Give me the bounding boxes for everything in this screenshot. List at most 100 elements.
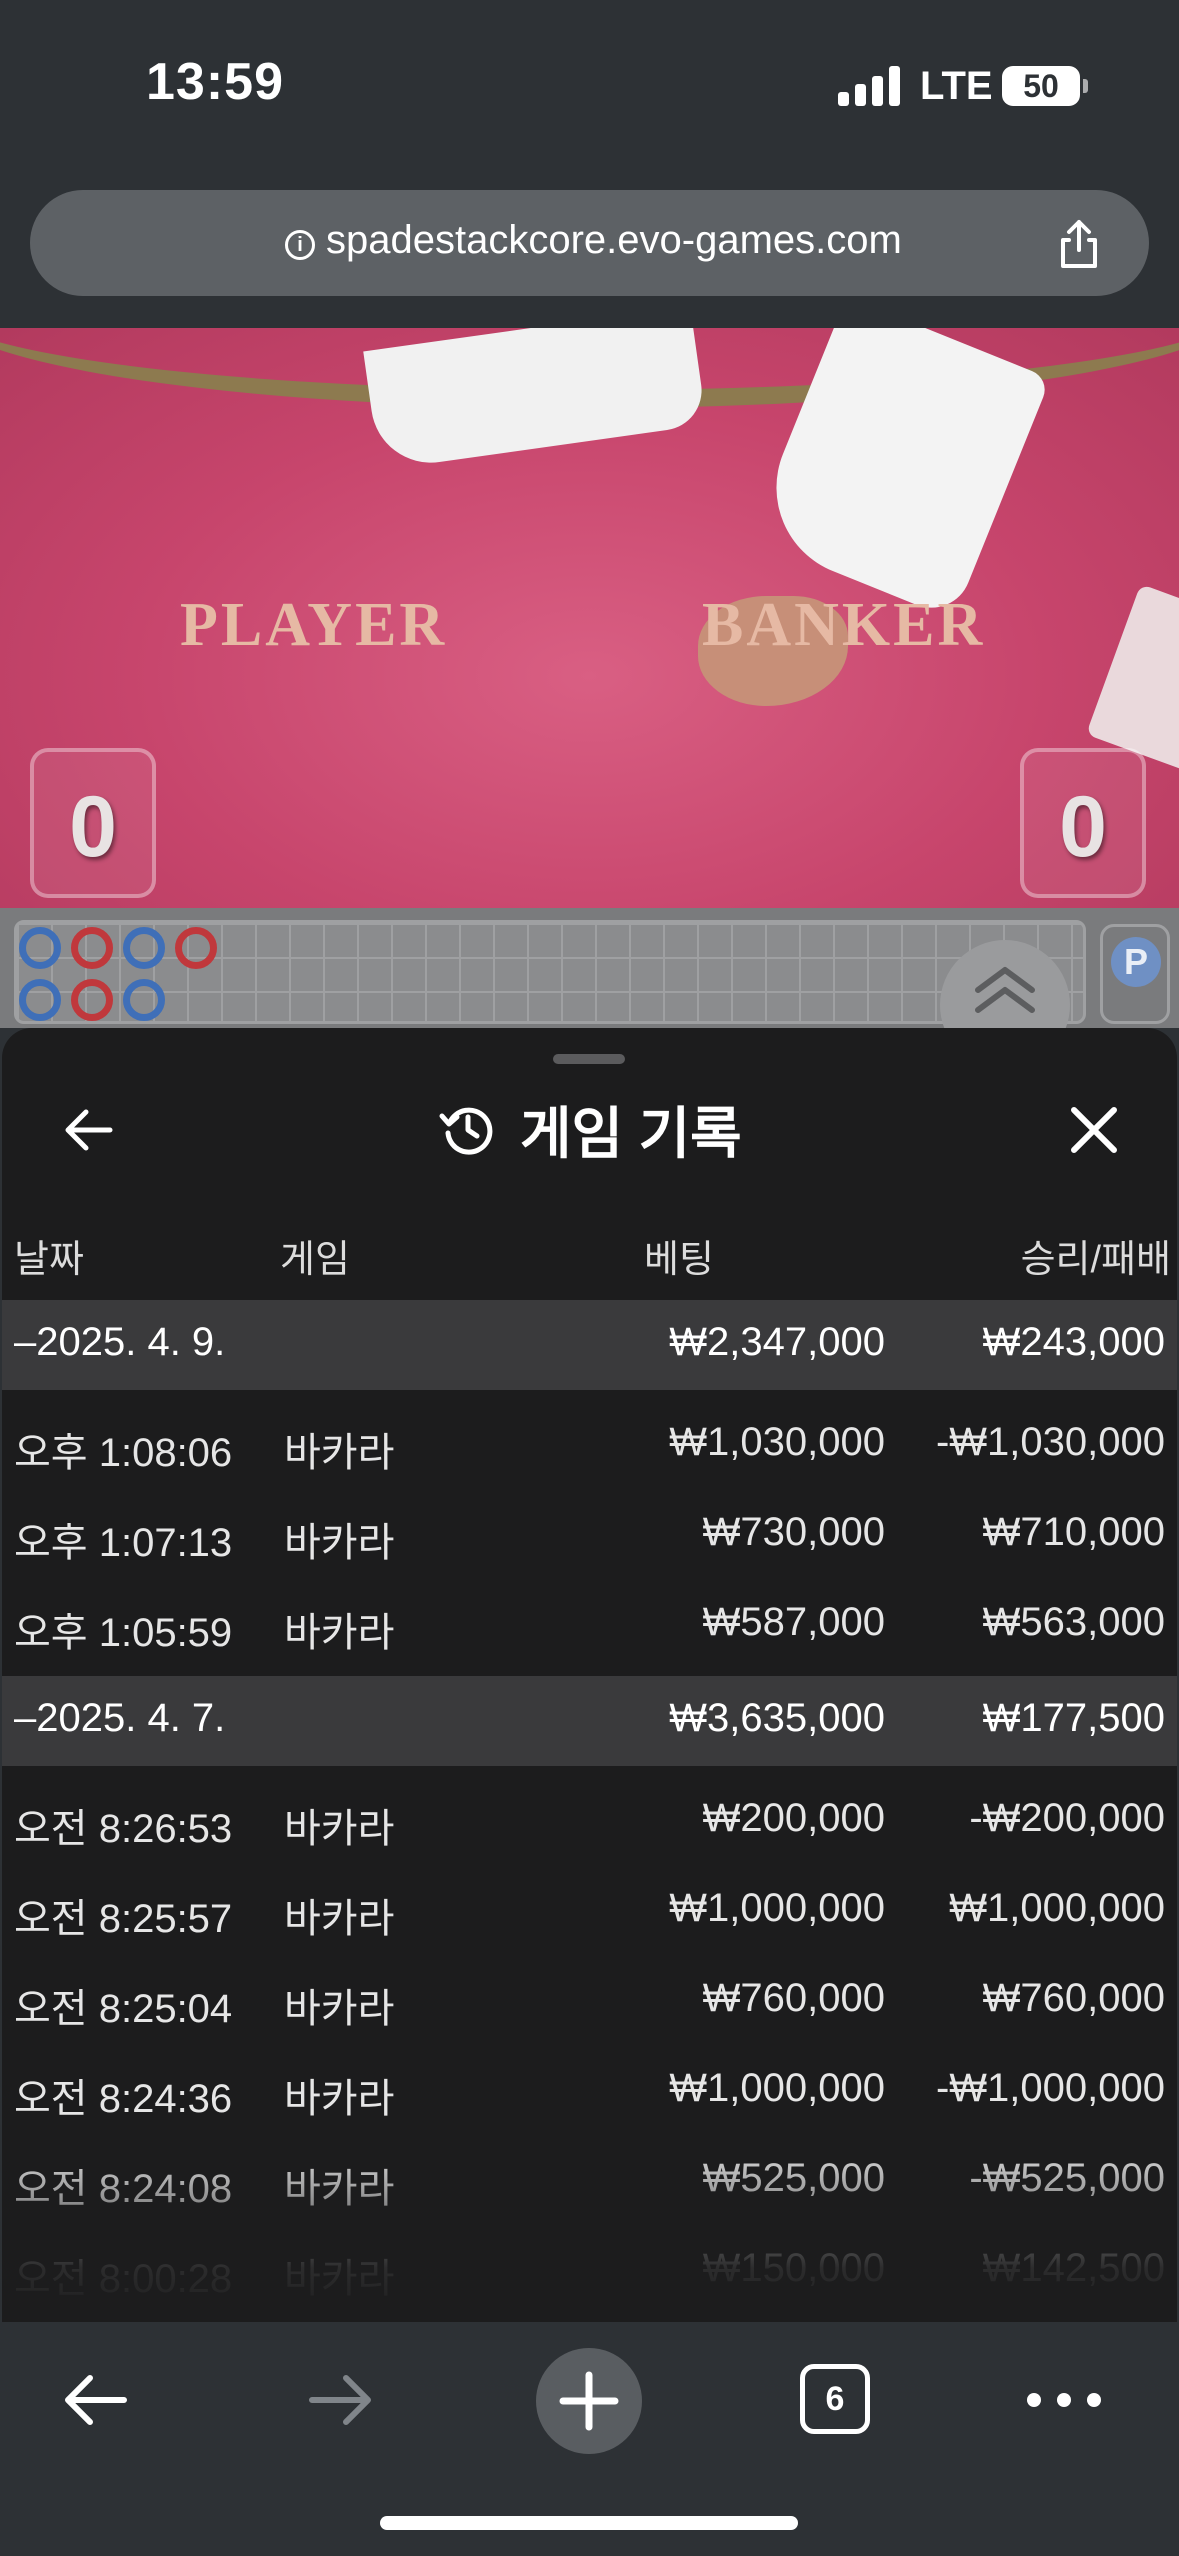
ellipsis-icon[interactable] (1024, 2382, 1104, 2418)
network-type: LTE (920, 64, 993, 108)
row-game: 바카라 (284, 2167, 395, 2211)
history-row[interactable]: 오전 8:24:08 바카라 ₩525,000 -₩525,000 (2, 2134, 1177, 2224)
row-bet: ₩1,000,000 (669, 1886, 885, 1930)
roadmap[interactable]: P (0, 908, 1179, 1070)
row-bet: ₩1,000,000 (669, 2066, 885, 2110)
double-chevron-up-icon (975, 967, 1035, 1013)
banker-label: BANKER (702, 591, 986, 659)
info-icon[interactable]: i (285, 230, 315, 260)
column-game: 게임 (280, 1239, 350, 1281)
row-game: 바카라 (284, 1521, 395, 1565)
new-tab-button[interactable] (536, 2348, 642, 2454)
date-group-bet: ₩2,347,000 (669, 1320, 885, 1364)
history-row[interactable]: 오후 1:07:13 바카라 ₩730,000 ₩710,000 (2, 1488, 1177, 1578)
address-bar[interactable]: i spadestackcore.evo-games.com (30, 190, 1149, 296)
home-indicator[interactable] (380, 2516, 798, 2530)
date-group-result: ₩177,500 (982, 1696, 1165, 1740)
row-result: -₩1,030,000 (935, 1420, 1165, 1464)
row-time: 오전 8:25:04 (14, 1987, 233, 2031)
row-game: 바카라 (284, 1611, 395, 1655)
row-bet: ₩200,000 (702, 1796, 885, 1840)
history-clock-icon (439, 1107, 493, 1155)
row-game: 바카라 (284, 2077, 395, 2121)
status-bar: 13:59 LTE 50 (0, 0, 1179, 170)
row-bet: ₩760,000 (702, 1976, 885, 2020)
forward-arrow-icon[interactable] (302, 2362, 378, 2438)
row-result: ₩563,000 (982, 1600, 1165, 1644)
row-game: 바카라 (284, 1987, 395, 2031)
screen: 13:59 LTE 50 i spadestackcore.evo-games.… (0, 0, 1179, 2556)
roadmap-bead (123, 927, 165, 969)
banker-score: 0 (1020, 748, 1146, 898)
history-row[interactable]: 오후 1:05:59 바카라 ₩587,000 ₩563,000 (2, 1578, 1177, 1668)
row-bet: ₩525,000 (702, 2156, 885, 2200)
roadmap-bead (19, 927, 61, 969)
row-result: -₩525,000 (969, 2156, 1165, 2200)
row-game: 바카라 (284, 1807, 395, 1851)
date-group-result: ₩243,000 (982, 1320, 1165, 1364)
predict-player-label: P (1111, 937, 1161, 987)
history-row[interactable]: 오후 1:08:06 바카라 ₩1,030,000 -₩1,030,000 (2, 1398, 1177, 1488)
player-score: 0 (30, 748, 156, 898)
row-result: ₩760,000 (982, 1976, 1165, 2020)
row-bet: ₩587,000 (702, 1600, 885, 1644)
history-row[interactable]: 오전 8:24:36 바카라 ₩1,000,000 -₩1,000,000 (2, 2044, 1177, 2134)
history-row[interactable]: 오전 8:25:57 바카라 ₩1,000,000 ₩1,000,000 (2, 1864, 1177, 1954)
column-result: 승리/패배 (1020, 1239, 1171, 1281)
date-group-row[interactable]: –2025. 4. 9. ₩2,347,000 ₩243,000 (2, 1300, 1177, 1390)
row-bet: ₩150,000 (702, 2246, 885, 2290)
bead-road (14, 920, 1086, 1024)
game-history-panel: 게임 기록 날짜 게임 베팅 승리/패배 –2025. 4. 9. ₩2,347… (2, 1028, 1177, 2322)
row-time: 오전 8:26:53 (14, 1807, 233, 1851)
battery-icon: 50 (1002, 66, 1088, 106)
card-shoe (1085, 584, 1179, 772)
clock: 13:59 (146, 53, 284, 111)
column-date: 날짜 (14, 1239, 84, 1281)
url-text[interactable]: spadestackcore.evo-games.com (326, 218, 902, 263)
row-game: 바카라 (284, 1431, 395, 1475)
row-time: 오전 8:25:57 (14, 1897, 233, 1941)
banker-score-value: 0 (1059, 779, 1107, 875)
arrow-left-icon[interactable] (60, 1102, 116, 1158)
roadmap-bead (71, 927, 113, 969)
row-time: 오후 1:08:06 (14, 1431, 233, 1475)
plus-icon (559, 2371, 619, 2431)
live-video: PLAYER BANKER 0 0 (0, 328, 1179, 908)
row-time: 오전 8:24:08 (14, 2167, 233, 2211)
player-label: PLAYER (180, 591, 448, 659)
date-group-date: –2025. 4. 9. (14, 1320, 226, 1364)
share-icon[interactable] (1051, 216, 1107, 272)
date-group-date: –2025. 4. 7. (14, 1696, 226, 1740)
roadmap-bead (175, 927, 217, 969)
history-row[interactable]: 오전 8:00:28 바카라 ₩150,000 ₩142,500 (2, 2224, 1177, 2314)
predict-player-chip[interactable]: P (1100, 924, 1170, 1024)
back-arrow-icon[interactable] (58, 2362, 134, 2438)
row-result: ₩142,500 (982, 2246, 1165, 2290)
row-time: 오후 1:05:59 (14, 1611, 233, 1655)
row-time: 오후 1:07:13 (14, 1521, 233, 1565)
column-bet: 베팅 (644, 1239, 714, 1281)
row-game: 바카라 (284, 2257, 395, 2301)
date-group-bet: ₩3,635,000 (669, 1696, 885, 1740)
panel-title: 게임 기록 (438, 1094, 742, 1165)
tabs-button[interactable]: 6 (800, 2364, 870, 2434)
row-result: -₩1,000,000 (935, 2066, 1165, 2110)
row-result: ₩710,000 (982, 1510, 1165, 1554)
row-bet: ₩1,030,000 (669, 1420, 885, 1464)
roadmap-bead (71, 979, 113, 1021)
player-score-value: 0 (69, 779, 117, 875)
row-bet: ₩730,000 (702, 1510, 885, 1554)
signal-icon (838, 66, 900, 106)
row-time: 오전 8:00:28 (14, 2257, 233, 2301)
dealer-arm-left (363, 328, 707, 471)
close-icon[interactable] (1064, 1100, 1124, 1160)
history-row[interactable]: 오전 8:25:04 바카라 ₩760,000 ₩760,000 (2, 1954, 1177, 2044)
roadmap-bead (123, 979, 165, 1021)
panel-title-text: 게임 기록 (520, 1101, 742, 1165)
roadmap-bead (19, 979, 61, 1021)
date-group-row[interactable]: –2025. 4. 7. ₩3,635,000 ₩177,500 (2, 1676, 1177, 1766)
row-result: -₩200,000 (969, 1796, 1165, 1840)
sheet-grabber[interactable] (553, 1054, 625, 1064)
history-row[interactable]: 오전 8:26:53 바카라 ₩200,000 -₩200,000 (2, 1774, 1177, 1864)
row-time: 오전 8:24:36 (14, 2077, 233, 2121)
